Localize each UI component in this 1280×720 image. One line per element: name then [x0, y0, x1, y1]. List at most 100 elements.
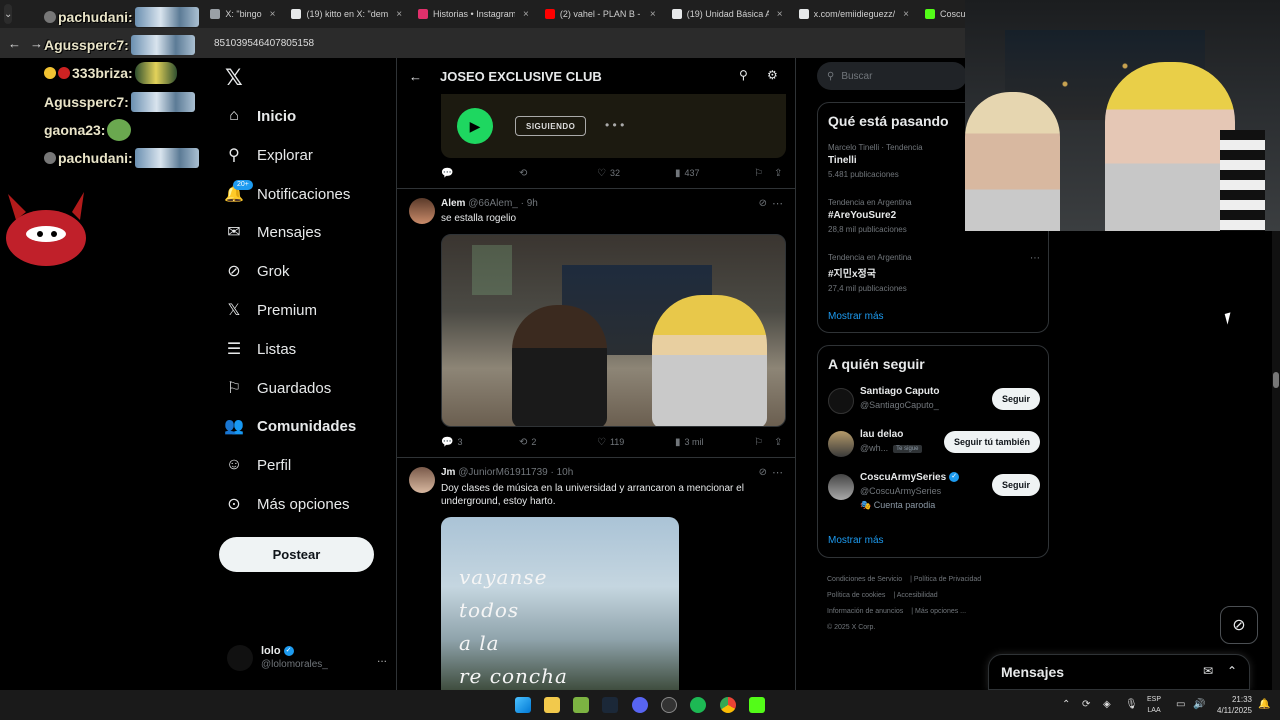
nav-item-explorar[interactable]: ⚲ Explorar — [225, 140, 313, 170]
more-options-icon[interactable]: ⋯ — [1030, 253, 1040, 264]
follow-button[interactable]: Seguir — [991, 388, 1040, 410]
close-tab-icon[interactable]: × — [777, 9, 783, 20]
share-button[interactable]: ⇪ — [774, 437, 782, 448]
avatar[interactable] — [409, 467, 435, 493]
file-explorer-icon[interactable] — [544, 697, 560, 713]
author-handle[interactable]: @66Alem_ — [468, 198, 518, 209]
reply-button[interactable]: 💬 3 — [441, 437, 462, 448]
messages-drawer[interactable]: Mensajes ✉ ⌃ — [988, 654, 1250, 690]
search-input[interactable]: ⚲ Buscar — [817, 62, 967, 90]
grok-icon[interactable]: ⊘ — [759, 467, 767, 478]
follow-suggestion[interactable]: Santiago Caputo @SantiagoCaputo_ Seguir — [828, 386, 1040, 420]
tray-chevron-icon[interactable]: ⌃ — [1062, 699, 1070, 710]
tweet-video[interactable] — [441, 234, 786, 427]
account-switcher[interactable]: lolo ✓ @lolomorales_ ... — [227, 643, 387, 673]
tweet-time[interactable]: · 9h — [521, 198, 538, 209]
author-handle[interactable]: @JuniorM61911739 — [458, 467, 547, 478]
notification-bell-icon[interactable]: 🔔 — [1258, 699, 1270, 710]
close-tab-icon[interactable]: × — [523, 9, 529, 20]
close-tab-icon[interactable]: × — [650, 9, 656, 20]
close-tab-icon[interactable]: × — [396, 9, 402, 20]
search-icon[interactable]: ⚲ — [739, 68, 748, 82]
footer-link[interactable]: Accesibilidad — [897, 592, 938, 599]
tweet-time[interactable]: · 10h — [550, 467, 573, 478]
gear-icon[interactable]: ⚙ — [767, 68, 778, 82]
more-options-icon[interactable]: ⋯ — [772, 197, 783, 210]
like-button[interactable]: ♡ 119 — [597, 437, 624, 448]
footer-link[interactable]: Política de Privacidad — [914, 576, 981, 583]
browser-tab[interactable]: x.com/emiidieguezz/ × — [791, 0, 917, 28]
new-message-icon[interactable]: ✉ — [1203, 664, 1213, 678]
browser-tab[interactable]: (19) Unidad Básica A × — [664, 0, 791, 28]
close-tab-icon[interactable]: × — [903, 9, 909, 20]
language-indicator[interactable]: ESP LAA — [1147, 694, 1161, 716]
card-more-icon[interactable]: • • • — [605, 118, 624, 132]
x-logo-icon[interactable]: 𝕏 — [225, 65, 243, 91]
tweet-image[interactable]: vayanse todos a la re concha — [441, 517, 679, 690]
follow-button[interactable]: Seguir — [991, 474, 1040, 496]
views-button[interactable]: ▮ 3 mil — [675, 437, 704, 448]
microphone-icon[interactable]: 🎙 — [1125, 699, 1138, 710]
url-text[interactable]: 851039546407805158 — [214, 38, 314, 49]
grok-icon[interactable]: ⊘ — [759, 198, 767, 209]
views-button[interactable]: ▮ 437 — [675, 168, 700, 179]
following-button[interactable]: SIGUIENDO — [515, 116, 587, 136]
nav-item-premium[interactable]: 𝕏 Premium — [225, 295, 317, 325]
nav-item-mas-opciones[interactable]: ⊙ Más opciones — [225, 489, 349, 519]
follow-suggestion[interactable]: lau delao @wh... Te sigue Seguir tú tambi… — [828, 429, 1040, 463]
nav-item-grok[interactable]: ⊘ Grok — [225, 256, 289, 286]
show-more-link[interactable]: Mostrar más — [828, 311, 884, 322]
spotify-icon[interactable] — [690, 697, 706, 713]
bookmark-button[interactable]: ⚐ — [754, 437, 763, 448]
chrome-icon[interactable] — [720, 697, 736, 713]
more-options-icon[interactable]: ⋯ — [772, 466, 783, 479]
tray-app-icon[interactable]: ⟳ — [1082, 699, 1090, 710]
like-button[interactable]: ♡ 32 — [597, 168, 620, 179]
avatar[interactable] — [409, 198, 435, 224]
kick-icon[interactable] — [749, 697, 765, 713]
follow-back-button[interactable]: Seguir tú también — [943, 431, 1040, 453]
reply-button[interactable]: 💬 — [441, 168, 457, 179]
tray-app-icon[interactable]: ◈ — [1103, 699, 1111, 710]
grok-floating-button[interactable]: ⊘ — [1220, 606, 1258, 644]
close-tab-icon[interactable]: × — [270, 9, 276, 20]
repost-button[interactable]: ⟲ — [519, 168, 531, 179]
repost-button[interactable]: ⟲ 2 — [519, 437, 536, 448]
footer-link[interactable]: Información de anuncios — [827, 608, 903, 615]
browser-tab[interactable]: (19) kitto en X: "dem × — [283, 0, 410, 28]
chevron-up-icon[interactable]: ⌃ — [1227, 664, 1237, 678]
play-icon[interactable]: ▶ — [457, 108, 493, 144]
windows-start-icon[interactable] — [515, 697, 531, 713]
trend-item[interactable]: Tendencia en Argentina #지민x정국 27,4 mil p… — [828, 253, 1040, 293]
app-icon[interactable] — [573, 697, 589, 713]
author-name[interactable]: Jm — [441, 467, 455, 478]
share-button[interactable]: ⇪ — [774, 168, 782, 179]
post-button[interactable]: Postear — [219, 537, 374, 572]
music-card[interactable]: ▶ SIGUIENDO • • • — [441, 94, 786, 158]
discord-icon[interactable] — [632, 697, 648, 713]
clock[interactable]: 21:33 4/11/2025 — [1212, 694, 1252, 716]
network-icon[interactable]: ▭ — [1176, 699, 1185, 710]
back-arrow-icon[interactable]: ← — [409, 69, 422, 84]
follow-suggestion[interactable]: CoscuArmySeries ✓ @CoscuArmySeries 🎭 Cuen… — [828, 472, 1040, 510]
footer-link[interactable]: Más opciones ... — [915, 608, 966, 615]
nav-item-perfil[interactable]: ☺ Perfil — [225, 450, 291, 480]
footer-link[interactable]: Política de cookies — [827, 592, 885, 599]
nav-item-comunidades[interactable]: 👥 Comunidades — [224, 411, 356, 441]
volume-icon[interactable]: 🔊 — [1193, 699, 1205, 710]
nav-item-listas[interactable]: ☰ Listas — [225, 334, 296, 364]
steam-icon[interactable] — [602, 697, 618, 713]
nav-item-inicio[interactable]: ⌂ Inicio — [225, 101, 296, 131]
browser-tab[interactable]: Historias • Instagram × — [410, 0, 537, 28]
footer-link[interactable]: Condiciones de Servicio — [827, 576, 902, 583]
more-options-icon[interactable]: ... — [377, 651, 387, 665]
bookmark-button[interactable]: ⚐ — [754, 168, 763, 179]
obs-icon[interactable] — [661, 697, 677, 713]
show-more-link[interactable]: Mostrar más — [828, 535, 884, 546]
nav-item-mensajes[interactable]: ✉ Mensajes — [225, 217, 321, 247]
nav-item-guardados[interactable]: ⚐ Guardados — [225, 373, 331, 403]
scrollbar-thumb[interactable] — [1273, 372, 1279, 388]
nav-item-notificaciones[interactable]: 🔔 20+ Notificaciones — [224, 179, 350, 209]
author-name[interactable]: Alem — [441, 198, 465, 209]
browser-tab[interactable]: (2) vahel - PLAN B - Y × — [537, 0, 664, 28]
